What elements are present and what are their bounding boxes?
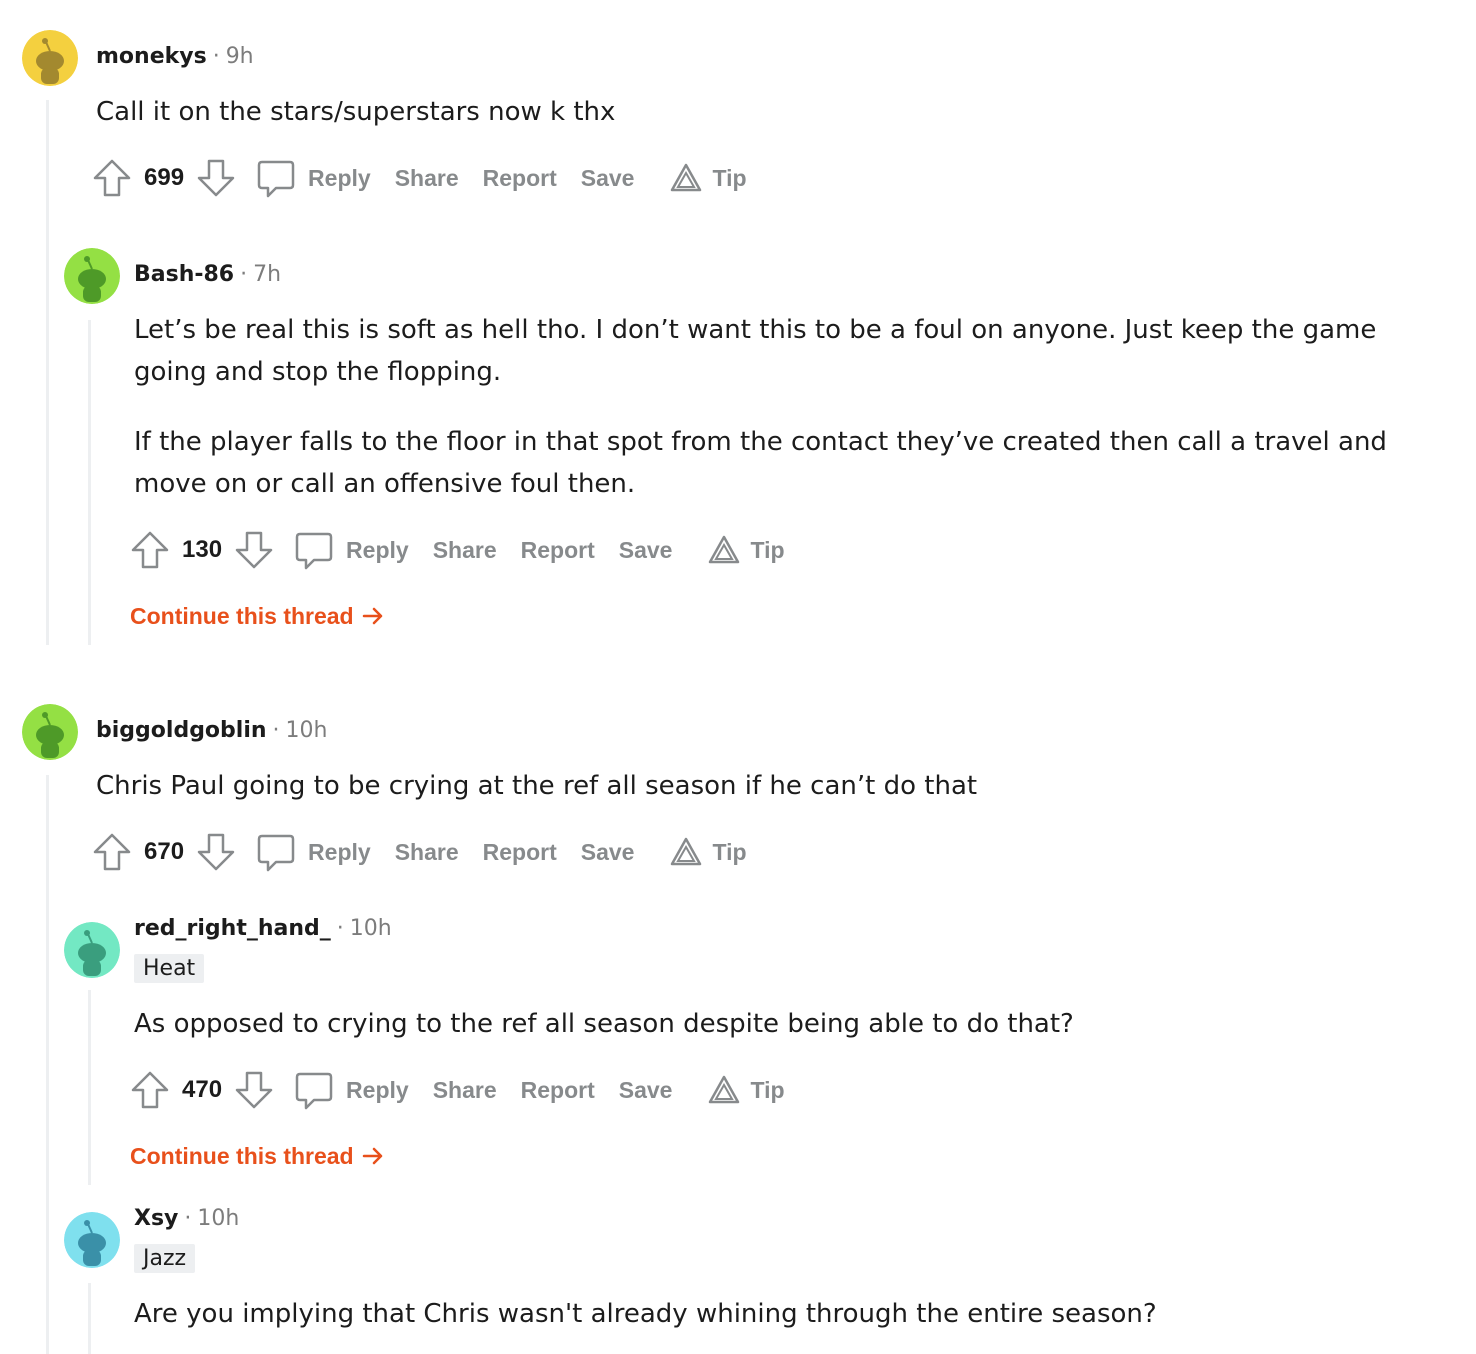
avatar[interactable] (22, 30, 78, 86)
comment-bubble-icon[interactable] (256, 832, 296, 872)
report-button[interactable]: Report (483, 839, 557, 866)
reply-button[interactable]: Reply (308, 165, 371, 192)
avatar[interactable] (22, 704, 78, 760)
comment-body: Chris Paul going to be crying at the ref… (96, 771, 978, 801)
reply-button[interactable]: Reply (308, 839, 371, 866)
comment-meta: Bash-86 · 7h (134, 262, 281, 287)
author-name[interactable]: red_right_hand_ (134, 916, 331, 941)
timestamp[interactable]: 10h (350, 916, 392, 941)
arrow-up-icon[interactable] (130, 1070, 170, 1110)
timestamp[interactable]: 9h (226, 44, 254, 69)
share-button[interactable]: Share (433, 537, 497, 564)
separator-dot: · (184, 1206, 192, 1231)
comment-actions: 670 Reply Share Report Save Tip (92, 830, 747, 874)
vote-count: 470 (182, 1076, 223, 1103)
comment-actions: 699 Reply Share Report Save Tip (92, 156, 747, 200)
tip-triangle-icon (671, 837, 702, 866)
comment-body: Let’s be real this is soft as hell tho. … (134, 315, 1377, 387)
arrow-right-icon (362, 607, 383, 625)
tip-label: Tip (712, 838, 747, 865)
comment-bubble-icon[interactable] (256, 158, 296, 198)
reply-button[interactable]: Reply (346, 537, 409, 564)
thread-line[interactable] (88, 1283, 91, 1354)
comment-body: As opposed to crying to the ref all seas… (134, 1009, 1074, 1039)
comment-meta: monekys · 9h (96, 44, 254, 69)
share-button[interactable]: Share (433, 1077, 497, 1104)
comment-meta: red_right_hand_ · 10h (134, 916, 392, 941)
arrow-down-icon[interactable] (234, 530, 274, 570)
comment-bubble-icon[interactable] (294, 1070, 334, 1110)
comment-actions: 130 Reply Share Report Save Tip (130, 528, 785, 572)
arrow-up-icon[interactable] (92, 158, 132, 198)
tip-label: Tip (750, 536, 785, 563)
tip-button[interactable]: Tip (670, 162, 747, 194)
author-name[interactable]: monekys (96, 44, 207, 69)
separator-dot: · (240, 262, 248, 287)
tip-button[interactable]: Tip (670, 836, 747, 868)
thread-line[interactable] (46, 100, 49, 645)
arrow-up-icon[interactable] (92, 832, 132, 872)
arrow-down-icon[interactable] (234, 1070, 274, 1110)
comment-body: If the player falls to the floor in that… (134, 427, 1387, 499)
save-button[interactable]: Save (619, 1077, 673, 1104)
comment-meta: biggoldgoblin · 10h (96, 718, 327, 743)
avatar[interactable] (64, 922, 120, 978)
save-button[interactable]: Save (619, 537, 673, 564)
timestamp[interactable]: 10h (286, 718, 328, 743)
separator-dot: · (336, 916, 344, 941)
report-button[interactable]: Report (483, 165, 557, 192)
arrow-up-icon[interactable] (130, 530, 170, 570)
tip-button[interactable]: Tip (708, 1074, 785, 1106)
continue-thread-link[interactable]: Continue this thread (130, 603, 384, 630)
separator-dot: · (212, 44, 220, 69)
continue-thread-link[interactable]: Continue this thread (130, 1143, 384, 1170)
comment-actions: 470 Reply Share Report Save Tip (130, 1068, 785, 1112)
tip-triangle-icon (709, 1075, 740, 1104)
comment-body: Are you implying that Chris wasn't alrea… (134, 1299, 1157, 1329)
report-button[interactable]: Report (521, 537, 595, 564)
share-button[interactable]: Share (395, 839, 459, 866)
comment-meta: Xsy · 10h (134, 1206, 239, 1231)
vote-count: 699 (144, 164, 185, 191)
user-flair: Heat (134, 954, 205, 983)
timestamp[interactable]: 10h (197, 1206, 239, 1231)
tip-triangle-icon (671, 163, 702, 192)
comment-body: Call it on the stars/superstars now k th… (96, 97, 616, 127)
tip-label: Tip (712, 164, 747, 191)
tip-triangle-icon (709, 535, 740, 564)
continue-thread-label: Continue this thread (130, 603, 354, 629)
author-name[interactable]: Xsy (134, 1206, 178, 1231)
thread-line[interactable] (46, 775, 49, 1354)
thread-line[interactable] (88, 320, 91, 645)
timestamp[interactable]: 7h (253, 262, 281, 287)
comment-bubble-icon[interactable] (294, 530, 334, 570)
tip-label: Tip (750, 1076, 785, 1103)
report-button[interactable]: Report (521, 1077, 595, 1104)
arrow-down-icon[interactable] (196, 832, 236, 872)
user-flair: Jazz (134, 1244, 196, 1273)
author-name[interactable]: Bash-86 (134, 262, 234, 287)
avatar[interactable] (64, 248, 120, 304)
save-button[interactable]: Save (581, 165, 635, 192)
vote-count: 670 (144, 838, 185, 865)
vote-count: 130 (182, 536, 223, 563)
arrow-right-icon (362, 1147, 383, 1165)
tip-button[interactable]: Tip (708, 534, 785, 566)
save-button[interactable]: Save (581, 839, 635, 866)
reply-button[interactable]: Reply (346, 1077, 409, 1104)
author-name[interactable]: biggoldgoblin (96, 718, 267, 743)
avatar[interactable] (64, 1212, 120, 1268)
share-button[interactable]: Share (395, 165, 459, 192)
arrow-down-icon[interactable] (196, 158, 236, 198)
thread-line[interactable] (88, 990, 91, 1185)
continue-thread-label: Continue this thread (130, 1143, 354, 1169)
separator-dot: · (272, 718, 280, 743)
